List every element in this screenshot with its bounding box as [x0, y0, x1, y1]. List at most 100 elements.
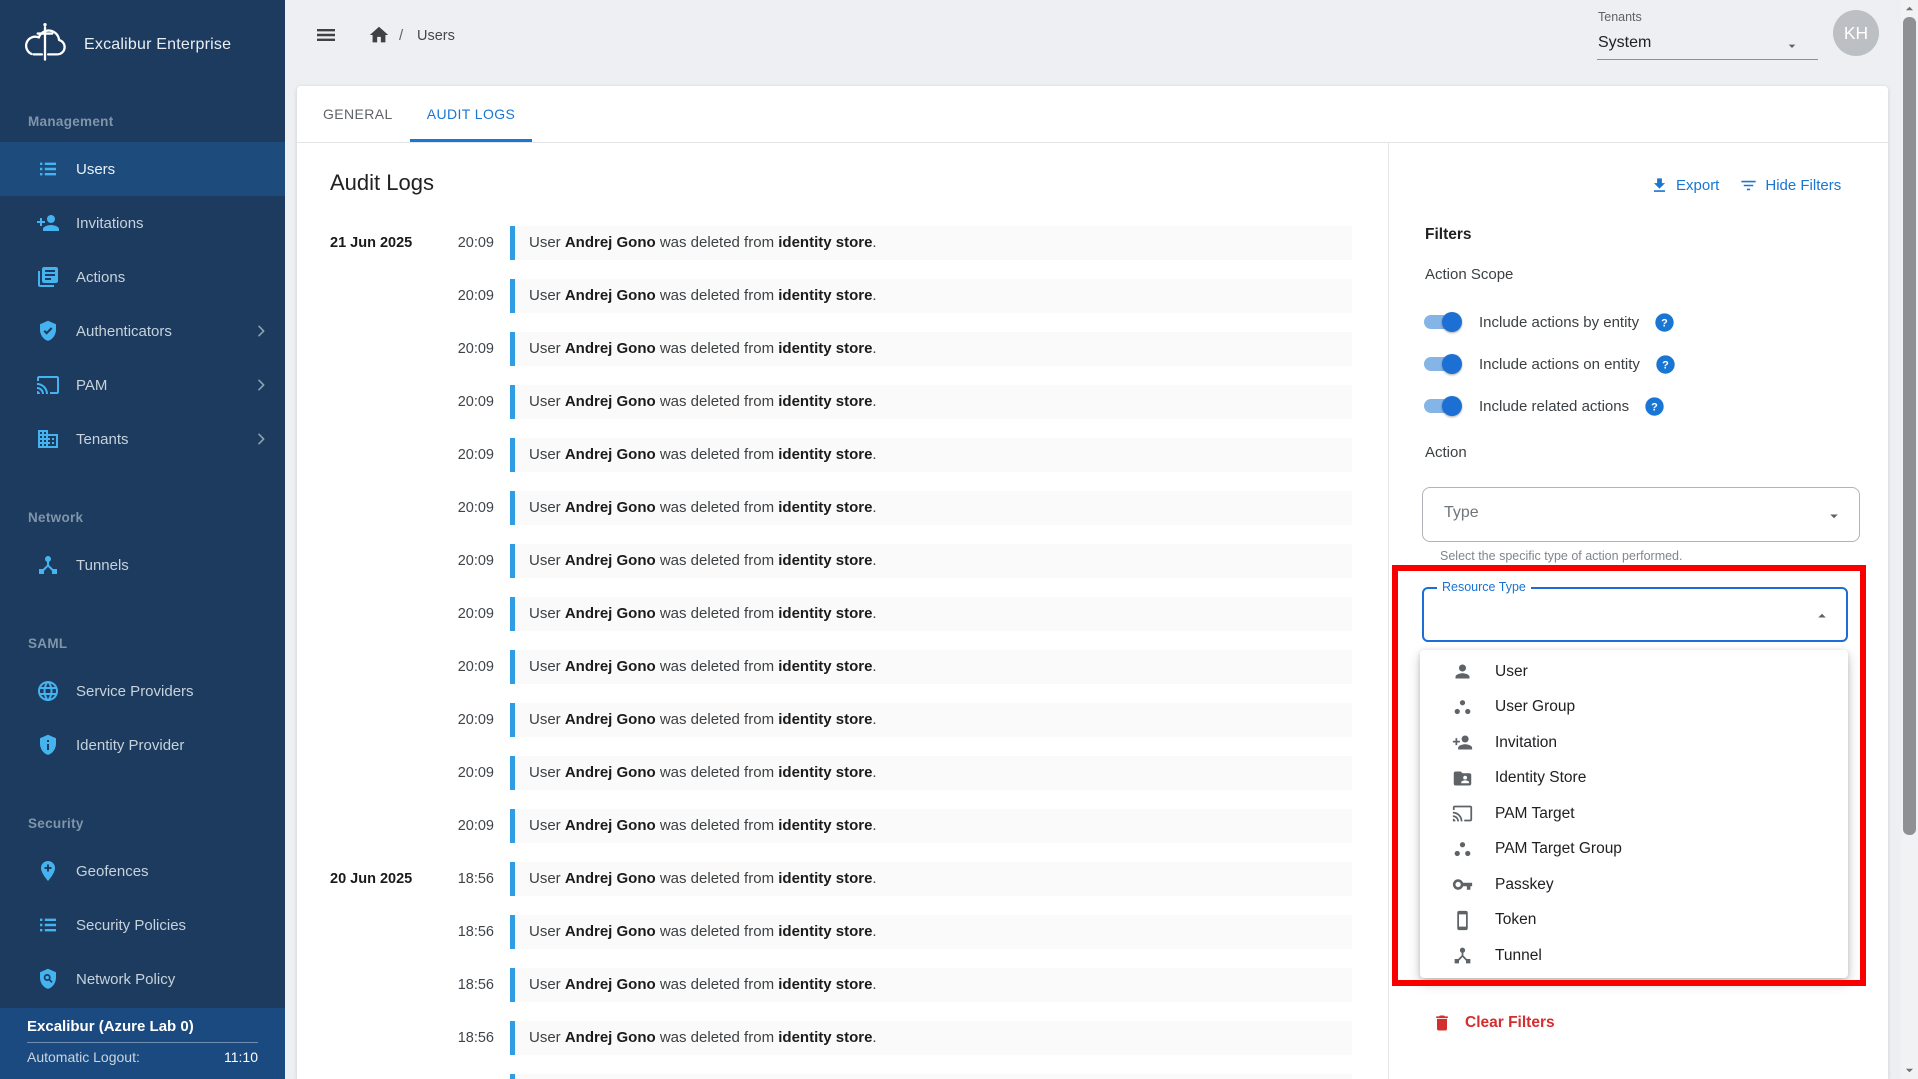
sidebar-item-label: Geofences: [76, 863, 149, 880]
log-time: 18:56: [448, 1074, 494, 1079]
clear-filters-button[interactable]: Clear Filters: [1432, 1013, 1555, 1033]
svg-text:?: ?: [1662, 359, 1669, 371]
help-icon[interactable]: ?: [1654, 312, 1675, 333]
sidebar-item-tunnels[interactable]: Tunnels: [0, 538, 285, 592]
log-row[interactable]: 20 Jun 202518:56User Andrej Gono was del…: [330, 862, 1352, 896]
sidebar: Excalibur Enterprise ManagementUsersInvi…: [0, 0, 285, 1079]
resource-option-pam-target[interactable]: PAM Target: [1420, 796, 1848, 832]
resource-option-user-group[interactable]: User Group: [1420, 690, 1848, 726]
log-row[interactable]: 20:09User Andrej Gono was deleted from i…: [330, 385, 1352, 419]
sidebar-item-label: Tunnels: [76, 557, 129, 574]
log-row[interactable]: 20:09User Andrej Gono was deleted from i…: [330, 544, 1352, 578]
resource-option-token[interactable]: Token: [1420, 903, 1848, 939]
log-row[interactable]: 20:09User Andrej Gono was deleted from i…: [330, 809, 1352, 843]
sidebar-item-label: Network Policy: [76, 971, 175, 988]
sidebar-item-identity-provider[interactable]: Identity Provider: [0, 718, 285, 772]
filters-title: Filters: [1425, 226, 1472, 244]
list-icon: [36, 157, 60, 181]
log-time: 18:56: [448, 1021, 494, 1055]
breadcrumb[interactable]: Users: [417, 28, 455, 44]
log-time: 20:09: [448, 438, 494, 472]
log-row[interactable]: 20:09User Andrej Gono was deleted from i…: [330, 756, 1352, 790]
resource-option-label: Tunnel: [1495, 947, 1542, 965]
log-message: User Andrej Gono was deleted from identi…: [510, 915, 1352, 949]
hide-filters-button[interactable]: Hide Filters: [1739, 176, 1841, 195]
action-type-select[interactable]: Type: [1422, 487, 1860, 542]
log-group: 20 Jun 202518:56User Andrej Gono was del…: [330, 862, 1352, 1079]
log-message: User Andrej Gono was deleted from identi…: [510, 226, 1352, 260]
help-icon[interactable]: ?: [1655, 354, 1676, 375]
resource-option-passkey[interactable]: Passkey: [1420, 867, 1848, 903]
sidebar-item-geofences[interactable]: Geofences: [0, 844, 285, 898]
log-time: 20:09: [448, 544, 494, 578]
log-row[interactable]: 20:09User Andrej Gono was deleted from i…: [330, 650, 1352, 684]
toggle-switch-include-actions-by-entity[interactable]: [1422, 311, 1462, 333]
log-message: User Andrej Gono was deleted from identi…: [510, 597, 1352, 631]
pin-add-icon: [36, 859, 60, 883]
tenant-select[interactable]: System: [1597, 30, 1818, 60]
home-icon[interactable]: [368, 24, 390, 46]
person-add-icon: [36, 211, 60, 235]
resource-option-invitation[interactable]: Invitation: [1420, 725, 1848, 761]
log-row[interactable]: 20:09User Andrej Gono was deleted from i…: [330, 332, 1352, 366]
footer-tenant-name: Excalibur (Azure Lab 0): [27, 1018, 258, 1035]
log-time: 20:09: [448, 703, 494, 737]
toggle-label: Include related actions: [1479, 398, 1629, 415]
log-row[interactable]: 18:56User Andrej Gono was deleted from i…: [330, 1074, 1352, 1079]
svg-text:?: ?: [1661, 317, 1668, 329]
log-row[interactable]: 20:09User Andrej Gono was deleted from i…: [330, 491, 1352, 525]
log-row[interactable]: 18:56User Andrej Gono was deleted from i…: [330, 1021, 1352, 1055]
resource-option-user[interactable]: User: [1420, 654, 1848, 690]
toggle-switch-include-actions-on-entity[interactable]: [1422, 353, 1462, 375]
log-date: 21 Jun 2025: [330, 226, 445, 260]
log-row[interactable]: 20:09User Andrej Gono was deleted from i…: [330, 438, 1352, 472]
sidebar-item-invitations[interactable]: Invitations: [0, 196, 285, 250]
sidebar-item-tenants[interactable]: Tenants: [0, 412, 285, 466]
toggle-row-include-actions-by-entity: Include actions by entity?: [1422, 303, 1675, 341]
avatar[interactable]: KH: [1833, 10, 1879, 56]
chevron-down-icon: [1784, 38, 1800, 54]
sidebar-item-users[interactable]: Users: [0, 142, 285, 196]
sidebar-item-pam[interactable]: PAM: [0, 358, 285, 412]
action-type-placeholder: Type: [1444, 504, 1479, 522]
sidebar-item-service-providers[interactable]: Service Providers: [0, 664, 285, 718]
sidebar-item-label: Service Providers: [76, 683, 194, 700]
sidebar-item-network-policy[interactable]: Network Policy: [0, 952, 285, 1006]
export-button[interactable]: Export: [1650, 176, 1719, 195]
toggle-switch-include-related-actions[interactable]: [1422, 395, 1462, 417]
scroll-down-icon[interactable]: [1905, 1066, 1914, 1075]
smartphone-icon: [1452, 910, 1473, 931]
help-icon[interactable]: ?: [1644, 396, 1665, 417]
log-row[interactable]: 20:09User Andrej Gono was deleted from i…: [330, 597, 1352, 631]
breadcrumb-separator: /: [399, 27, 403, 44]
log-message: User Andrej Gono was deleted from identi…: [510, 756, 1352, 790]
action-label: Action: [1425, 444, 1467, 461]
resource-option-tunnel[interactable]: Tunnel: [1420, 938, 1848, 974]
sidebar-item-security-policies[interactable]: Security Policies: [0, 898, 285, 952]
log-row[interactable]: 18:56User Andrej Gono was deleted from i…: [330, 968, 1352, 1002]
sidebar-item-authenticators[interactable]: Authenticators: [0, 304, 285, 358]
menu-icon[interactable]: [314, 23, 338, 47]
page-scrollbar[interactable]: [1901, 0, 1918, 1079]
resource-type-input[interactable]: Resource Type: [1422, 587, 1848, 642]
sidebar-item-label: Tenants: [76, 431, 129, 448]
resource-option-identity-store[interactable]: Identity Store: [1420, 761, 1848, 797]
sidebar-nav: ManagementUsersInvitationsActionsAuthent…: [0, 114, 285, 1006]
head-actions: Export Hide Filters: [1650, 176, 1841, 195]
resource-option-pam-target-group[interactable]: PAM Target Group: [1420, 832, 1848, 868]
app-root: Excalibur Enterprise ManagementUsersInvi…: [0, 0, 1918, 1079]
sidebar-item-actions[interactable]: Actions: [0, 250, 285, 304]
scroll-up-icon[interactable]: [1905, 4, 1914, 13]
resource-option-label: PAM Target Group: [1495, 840, 1622, 858]
tab-audit-logs[interactable]: AUDIT LOGS: [410, 86, 533, 142]
action-type-helper: Select the specific type of action perfo…: [1440, 549, 1683, 563]
resource-option-label: User: [1495, 663, 1528, 681]
log-row[interactable]: 21 Jun 202520:09User Andrej Gono was del…: [330, 226, 1352, 260]
log-time: 20:09: [448, 491, 494, 525]
log-row[interactable]: 18:56User Andrej Gono was deleted from i…: [330, 915, 1352, 949]
log-row[interactable]: 20:09User Andrej Gono was deleted from i…: [330, 279, 1352, 313]
log-row[interactable]: 20:09User Andrej Gono was deleted from i…: [330, 703, 1352, 737]
tab-general[interactable]: GENERAL: [306, 86, 410, 142]
cast-icon: [36, 373, 60, 397]
scrollbar-thumb[interactable]: [1903, 17, 1916, 835]
